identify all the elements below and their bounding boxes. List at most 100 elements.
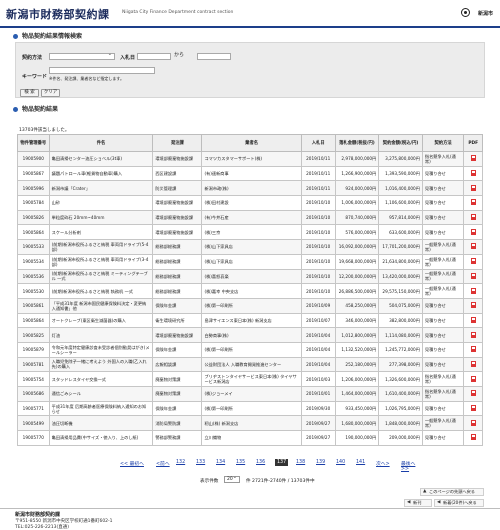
pdf-icon[interactable] <box>470 434 476 441</box>
table-row: 19005784 山砂 環境部廃棄物施設課 (株)田村建設 2019/10/10 1,00… <box>17 195 483 211</box>
bid-date-to-input[interactable] <box>197 53 231 60</box>
cell-vendor: (株)嘉幸 中央支店 <box>201 283 302 299</box>
pager-page-link[interactable]: 140 <box>336 460 345 465</box>
table-header-row: 物件管理番号 件名 発注課 業者名 入札日 落札金額(税抜/円) 契約金額(税込… <box>17 134 483 152</box>
contract-method-select[interactable] <box>49 52 115 60</box>
cell-dept: 環境部廃棄物施設課 <box>152 151 203 167</box>
column-header: 発注課 <box>152 134 203 152</box>
cell-date: 2019/10/10 <box>300 224 336 241</box>
cell-contract-amount: 1,114,080,000円 <box>378 327 423 343</box>
cell-contract-amount: 1,610,400,000円 <box>378 386 423 402</box>
cell-vendor: (株)第一印刷所 <box>201 341 302 358</box>
back-list-button[interactable]: ◀ 新着(20件)へ戻る <box>434 499 484 507</box>
cell-date: 2019/10/10 <box>300 239 336 255</box>
pager-page-link[interactable]: 134 <box>216 460 225 465</box>
cell-bid-amount: 458,250,000円 <box>334 297 380 314</box>
pdf-icon[interactable] <box>470 243 476 250</box>
pdf-icon[interactable] <box>470 258 476 265</box>
pdf-icon[interactable] <box>470 184 476 191</box>
cell-name: 亀田清掃用品費(中サイズ・徳入り、上のし紙) <box>48 430 154 446</box>
section-bullet-icon <box>13 106 18 112</box>
cell-name: (前期)新潟市役所ふるさと納税 車両用ドライブ(3-4部) <box>48 253 154 270</box>
back-to-top-button[interactable]: ▲ このページの先頭へ戻る <box>420 488 484 496</box>
table-row: 19005861 「平成31年度 新潟市国民健康保険料決定・変更納入通知書」他 保険… <box>17 297 483 314</box>
cell-method: 見積り合せ <box>421 400 465 417</box>
cell-method: 見積り合せ <box>421 356 465 373</box>
cell-date: 2019/10/10 <box>300 209 336 226</box>
pager-page-link[interactable]: 138 <box>296 460 305 465</box>
pdf-icon[interactable] <box>470 419 476 426</box>
pdf-icon[interactable] <box>470 272 476 279</box>
pager-page-link[interactable]: 139 <box>316 460 325 465</box>
per-page-select[interactable]: 20 <box>224 475 240 483</box>
cell-dept: 総務部総務課 <box>152 253 203 270</box>
cell-name: 山砂 <box>48 195 154 211</box>
pdf-icon[interactable] <box>470 155 476 162</box>
table-row: 19005530 (前期)新潟市役所ふるさと納税 執務机 一式 総務部総務課 (株)嘉… <box>17 283 483 299</box>
cell-contract-amount: 504,075,000円 <box>378 297 423 314</box>
column-header: 入札日 <box>300 134 336 152</box>
pdf-icon[interactable] <box>470 375 476 382</box>
cell-name: 議題パトロール車(軽貨物自動車)購入 <box>48 165 154 182</box>
pdf-icon[interactable] <box>470 331 476 338</box>
pdf-icon[interactable] <box>470 287 476 294</box>
pager-prev-link[interactable]: <前へ <box>156 460 170 467</box>
pdf-icon[interactable] <box>470 214 476 221</box>
pdf-icon[interactable] <box>470 170 476 177</box>
column-header: PDF <box>463 134 483 152</box>
table-row: 19005825 灯油 環境部廃棄物施設課 白勢商事(株) 2019/10/04 1,01… <box>17 327 483 343</box>
pager-last-link[interactable]: 最後へ>> <box>401 460 420 472</box>
app-title: 新潟市財務部契約課 <box>6 8 110 21</box>
cell-contract-amount: 1,393,590,000円 <box>378 165 423 182</box>
pager-page-link[interactable]: 136 <box>256 460 265 465</box>
cell-id: 19005825 <box>17 327 50 343</box>
pager-first-link[interactable]: << 最初へ <box>120 460 144 467</box>
cell-vendor: ブリヂストンタイヤサービス東日本(株) タイヤサービス新潟店 <box>201 371 302 387</box>
per-page-summary: 件 2721件-2740件 / 13703件中 <box>246 479 315 484</box>
pdf-icon[interactable] <box>470 199 476 206</box>
cell-date: 2019/10/04 <box>300 356 336 373</box>
bid-date-from-input[interactable] <box>137 53 171 60</box>
section-bullet-icon <box>13 33 18 39</box>
keyword-input[interactable] <box>49 67 155 74</box>
pager-page-link[interactable]: 141 <box>356 460 365 465</box>
back-to-top-label: このページの先頭へ戻る <box>429 489 475 494</box>
cell-date: 2019/10/10 <box>300 268 336 285</box>
pdf-icon[interactable] <box>470 316 476 323</box>
cell-id: 19005771 <box>17 400 50 417</box>
pdf-icon[interactable] <box>470 360 476 367</box>
city-name[interactable]: 新潟市 <box>478 10 493 17</box>
cell-bid-amount: 870,740,000円 <box>334 209 380 226</box>
app-subtitle: Niigata City Finance Department contract… <box>122 10 234 15</box>
cell-name: 令和元年度特定健康診査未受診者個別勧奨はがき(メールシーラー <box>48 341 154 358</box>
cell-id: 19005536 <box>17 268 50 285</box>
pager-page-link[interactable]: 132 <box>176 460 185 465</box>
results-section-label: 物品契約結果 <box>22 106 59 113</box>
cell-id: 19005533 <box>17 239 50 255</box>
cell-method: 見積り合せ <box>421 195 465 211</box>
pager-next-link[interactable]: 次へ> <box>376 460 390 467</box>
pager-page-link[interactable]: 133 <box>196 460 205 465</box>
cell-id: 19005686 <box>17 386 50 402</box>
back-new-label: 新刊 <box>413 500 422 505</box>
cell-name: 入職児免除子一緒に考えよう 外国人の入職(乙入れ先)の購入 <box>48 356 154 373</box>
pdf-icon[interactable] <box>470 302 476 309</box>
pager-page-link[interactable]: 135 <box>236 460 245 465</box>
city-logo-icon[interactable] <box>461 8 470 17</box>
pdf-icon[interactable] <box>470 346 476 353</box>
clear-button[interactable]: クリア <box>41 89 60 97</box>
pdf-icon[interactable] <box>470 228 476 235</box>
cell-dept: 衛生環境研究所 <box>152 312 203 329</box>
table-row: 19005754 スタッドレスタイヤ交換一式 廃棄物対策課 ブリヂストンタイヤサービス… <box>17 371 483 387</box>
cell-contract-amount: 29,575,150,000円 <box>378 283 423 299</box>
cell-id: 19005784 <box>17 195 50 211</box>
cell-id: 19005754 <box>17 371 50 387</box>
back-new-button[interactable]: ◀ 新刊 <box>404 499 432 507</box>
cell-contract-amount: 17,701,200,000円 <box>378 239 423 255</box>
pdf-icon[interactable] <box>470 390 476 397</box>
cell-date: 2019/09/27 <box>300 430 336 446</box>
search-button[interactable]: 検 索 <box>20 89 39 97</box>
cell-contract-amount: 13,420,000,000円 <box>378 268 423 285</box>
pdf-icon[interactable] <box>470 405 476 412</box>
cell-contract-amount: 3,275,800,000円 <box>378 151 423 167</box>
